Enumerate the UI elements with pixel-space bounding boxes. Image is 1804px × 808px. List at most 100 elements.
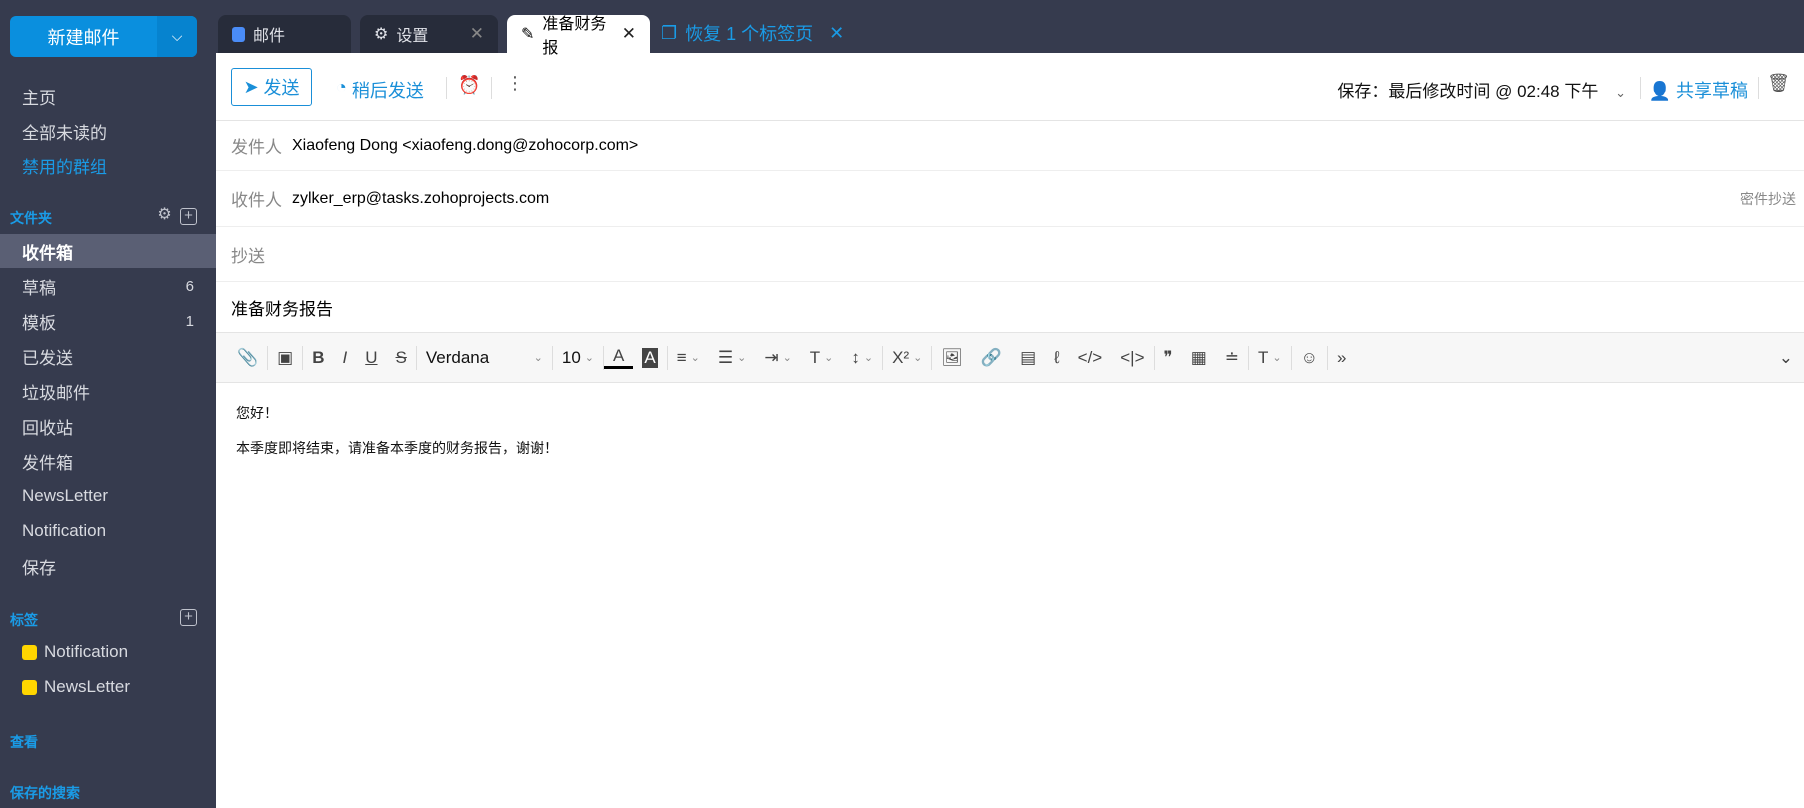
new-mail-label[interactable]: 新建邮件 xyxy=(10,16,157,57)
cc-label: 抄送 xyxy=(231,246,265,266)
sidebar: 新建邮件 ⌵ 主页 全部未读的 禁用的群组 文件夹 ⚙ + 收件箱 草稿 6 模板… xyxy=(0,0,216,808)
link-icon[interactable]: 🔗 xyxy=(972,348,1011,368)
collapse-toolbar-icon[interactable]: ⌄ xyxy=(1770,348,1802,368)
add-tag-icon[interactable]: + xyxy=(180,609,197,626)
emoji-icon[interactable]: ☺ xyxy=(1292,348,1327,368)
html-source-icon[interactable]: <|> xyxy=(1111,348,1153,368)
tab-label: 邮件 xyxy=(253,28,286,45)
folder-label: 收件箱 xyxy=(22,243,73,263)
folder-outbox[interactable]: 发件箱 xyxy=(0,444,216,478)
divider xyxy=(1640,77,1641,99)
more-options-icon[interactable]: ⋮ xyxy=(506,73,524,94)
font-size-select[interactable]: 10 ⌄ xyxy=(553,348,603,368)
subject-field[interactable]: 准备财务报告 xyxy=(216,282,1804,332)
add-folder-icon[interactable]: + xyxy=(180,208,197,225)
tag-newsletter[interactable]: NewsLetter xyxy=(22,677,130,697)
folder-sent[interactable]: 已发送 xyxy=(0,339,216,373)
folder-inbox[interactable]: 收件箱 xyxy=(0,234,216,268)
highlight-color-icon[interactable]: A xyxy=(633,347,666,368)
folder-templates[interactable]: 模板 1 xyxy=(0,304,216,338)
table-icon[interactable]: ▦ xyxy=(1182,348,1216,368)
align-icon[interactable]: ≡ ⌄ xyxy=(668,348,709,368)
bcc-link[interactable]: 密件抄送 xyxy=(1740,189,1796,209)
tag-notification[interactable]: Notification xyxy=(22,642,128,662)
body-line: 您好！ xyxy=(236,405,278,421)
size-value: 10 xyxy=(561,347,581,367)
font-family-select[interactable]: Verdana ⌄ xyxy=(417,348,552,368)
indent-icon[interactable]: ⇥ ⌄ xyxy=(755,348,800,368)
text-box-icon[interactable]: ▤ xyxy=(1011,348,1045,368)
signature-icon[interactable]: ℓ xyxy=(1045,348,1069,368)
format-clear-icon[interactable]: ≐ xyxy=(1216,348,1248,368)
to-field[interactable]: zylker_erp@tasks.zohoprojects.com xyxy=(292,190,549,208)
divider xyxy=(446,77,447,99)
folder-newsletter[interactable]: NewsLetter xyxy=(0,479,216,513)
folder-label: Notification xyxy=(22,521,107,540)
trash-icon[interactable]: 🗑 xyxy=(1767,73,1790,94)
folder-trash[interactable]: 回收站 xyxy=(0,409,216,443)
attach-icon[interactable]: 📎 xyxy=(228,348,267,368)
saved-search-header[interactable]: 保存的搜索 xyxy=(10,783,80,803)
close-icon[interactable]: ✕ xyxy=(622,24,636,44)
quote-icon[interactable]: ❞ xyxy=(1155,348,1182,368)
nav-disabled-groups[interactable]: 禁用的群组 xyxy=(22,153,107,178)
tab-mail[interactable]: 邮件 xyxy=(218,15,351,53)
to-row: 收件人 zylker_erp@tasks.zohoprojects.com 密件抄送 xyxy=(216,171,1804,227)
send-button[interactable]: ➤ 发送 xyxy=(231,68,312,106)
close-icon[interactable]: ✕ xyxy=(829,23,844,44)
tag-color-swatch xyxy=(22,679,37,695)
list-icon[interactable]: ☰ ⌄ xyxy=(709,348,755,368)
folder-label: 模板 xyxy=(22,313,56,333)
folder-label: 草稿 xyxy=(22,278,56,298)
text-color-icon[interactable]: A xyxy=(604,346,634,369)
insert-from-cloud-icon[interactable]: ▣ xyxy=(268,348,302,368)
save-status-label: 保存：最后修改时间 @ 02:48 下午 xyxy=(1337,82,1599,101)
folder-notification[interactable]: Notification xyxy=(0,514,216,548)
gear-icon: ⚙ xyxy=(374,26,389,43)
send-later-label: 稍后发送 xyxy=(351,81,424,101)
views-header[interactable]: 查看 xyxy=(10,732,38,752)
message-body[interactable]: 您好！ 本季度即将结束，请准备本季度的财务报告，谢谢！ xyxy=(216,383,1804,493)
folder-save[interactable]: 保存 xyxy=(0,549,216,583)
chevron-down-icon[interactable]: ⌵ xyxy=(157,16,197,57)
share-draft-label: 共享草稿 xyxy=(1676,81,1748,101)
folder-label: 垃圾邮件 xyxy=(22,383,90,403)
italic-icon[interactable]: I xyxy=(334,348,357,368)
font-value: Verdana xyxy=(425,347,490,367)
nav-all-unread[interactable]: 全部未读的 xyxy=(22,119,107,144)
text-style-icon[interactable]: T ⌄ xyxy=(1249,348,1291,368)
image-icon[interactable]: 🖼 xyxy=(932,348,972,368)
copy-icon: ❐ xyxy=(661,22,678,43)
schedule-icon: ◔ xyxy=(336,77,347,97)
divider xyxy=(491,77,492,99)
cc-row[interactable]: 抄送 xyxy=(216,227,1804,282)
new-mail-button[interactable]: 新建邮件 ⌵ xyxy=(10,16,197,57)
alarm-icon[interactable]: ⏰ xyxy=(458,75,480,96)
share-draft-button[interactable]: 👤 共享草稿 xyxy=(1649,77,1748,103)
compose-area: ➤ 发送 ◔ 稍后发送 ⏰ ⋮ 保存：最后修改时间 @ 02:48 下午 ⌄ 👤 共… xyxy=(216,53,1804,808)
folder-label: 保存 xyxy=(22,558,56,578)
send-later-button[interactable]: ◔ 稍后发送 xyxy=(336,77,424,103)
close-icon[interactable]: ✕ xyxy=(470,24,484,44)
gear-icon[interactable]: ⚙ xyxy=(156,207,173,225)
code-icon[interactable]: </> xyxy=(1069,348,1112,368)
folder-drafts[interactable]: 草稿 6 xyxy=(0,269,216,303)
underline-icon[interactable]: U xyxy=(356,348,386,368)
bold-icon[interactable]: B xyxy=(303,348,333,368)
nav-home[interactable]: 主页 xyxy=(22,84,56,109)
tab-draft[interactable]: ✎ 准备财务报 ✕ xyxy=(507,15,650,57)
save-status-dropdown[interactable]: 保存：最后修改时间 @ 02:48 下午 ⌄ xyxy=(1337,77,1626,102)
text-direction-icon[interactable]: T ⌄ xyxy=(801,348,843,368)
restore-tabs-button[interactable]: ❐ 恢复 1 个标签页 ✕ xyxy=(661,20,844,46)
from-field[interactable]: Xiaofeng Dong <xiaofeng.dong@zohocorp.co… xyxy=(292,137,638,155)
more-format-icon[interactable]: » xyxy=(1328,348,1355,368)
folder-label: 回收站 xyxy=(22,418,73,438)
folder-spam[interactable]: 垃圾邮件 xyxy=(0,374,216,408)
subject-text: 准备财务报告 xyxy=(231,299,333,319)
tab-settings[interactable]: ⚙ 设置 ✕ xyxy=(360,15,498,53)
line-spacing-icon[interactable]: ↕ ⌄ xyxy=(842,348,882,368)
superscript-icon[interactable]: X² ⌄ xyxy=(883,348,931,368)
send-label: 发送 xyxy=(263,78,300,98)
folder-label: NewsLetter xyxy=(22,486,108,505)
strikethrough-icon[interactable]: S xyxy=(387,348,416,368)
